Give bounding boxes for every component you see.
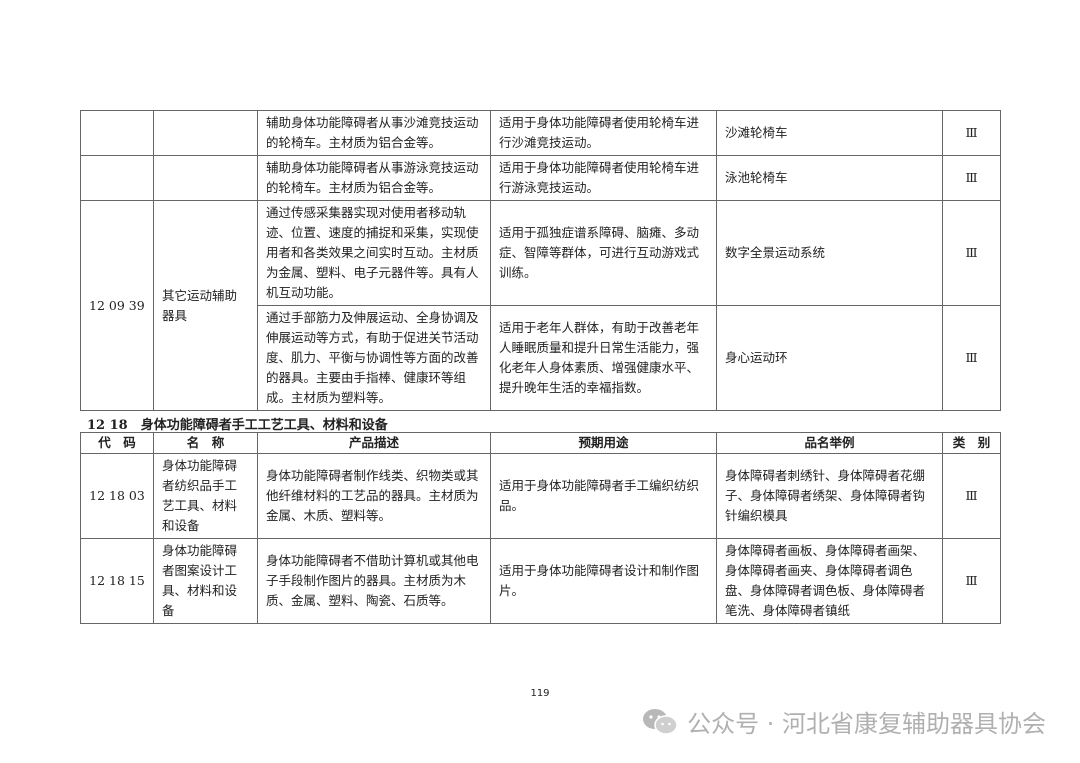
desc-cell: 通过手部筋力及伸展运动、全身协调及伸展运动等方式，有助于促进关节活动度、肌力、平… bbox=[257, 305, 491, 411]
desc-cell: 身体功能障碍者不借助计算机或其他电子手段制作图片的器具。主材质为木质、金属、塑料… bbox=[257, 538, 491, 624]
table-row: 12 18 03 身体功能障碍者纺织品手工艺工具、材料和设备 身体功能障碍者制作… bbox=[80, 453, 1001, 539]
use-cell: 适用于孤独症谱系障碍、脑瘫、多动症、智障等群体，可进行互动游戏式训练。 bbox=[490, 200, 717, 306]
header-name: 名 称 bbox=[153, 432, 258, 454]
wechat-icon bbox=[643, 708, 678, 735]
table-row: 辅助身体功能障碍者从事沙滩竞技运动的轮椅车。主材质为铝合金等。 适用于身体功能障… bbox=[80, 110, 1001, 156]
example-cell: 泳池轮椅车 bbox=[716, 155, 943, 201]
code-cell: 12 18 03 bbox=[80, 453, 154, 539]
table-row: 12 18 15 身体功能障碍者图案设计工具、材料和设备 身体功能障碍者不借助计… bbox=[80, 538, 1001, 624]
use-cell: 适用于身体功能障碍者设计和制作图片。 bbox=[490, 538, 717, 624]
table-row: 辅助身体功能障碍者从事游泳竞技运动的轮椅车。主材质为铝合金等。 适用于身体功能障… bbox=[80, 155, 1001, 201]
use-cell: 适用于身体功能障碍者手工编织纺织品。 bbox=[490, 453, 717, 539]
example-cell: 身体障碍者刺绣针、身体障碍者花绷子、身体障碍者绣架、身体障碍者钩针编织模具 bbox=[716, 453, 943, 539]
section-title: 12 18 身体功能障碍者手工工艺工具、材料和设备 bbox=[87, 418, 388, 433]
use-cell: 适用于身体功能障碍者使用轮椅车进行游泳竞技运动。 bbox=[490, 155, 717, 201]
code-cell bbox=[80, 155, 154, 201]
name-cell: 身体功能障碍者图案设计工具、材料和设备 bbox=[153, 538, 258, 624]
name-cell bbox=[153, 155, 258, 201]
example-cell: 沙滩轮椅车 bbox=[716, 110, 943, 156]
product-table-continued: 辅助身体功能障碍者从事沙滩竞技运动的轮椅车。主材质为铝合金等。 适用于身体功能障… bbox=[80, 110, 1001, 411]
category-cell: Ⅲ bbox=[942, 200, 1001, 306]
header-code: 代 码 bbox=[80, 432, 154, 454]
example-cell: 数字全景运动系统 bbox=[716, 200, 943, 306]
desc-cell: 辅助身体功能障碍者从事游泳竞技运动的轮椅车。主材质为铝合金等。 bbox=[257, 155, 491, 201]
use-cell: 适用于身体功能障碍者使用轮椅车进行沙滩竞技运动。 bbox=[490, 110, 717, 156]
name-cell: 身体功能障碍者纺织品手工艺工具、材料和设备 bbox=[153, 453, 258, 539]
name-cell: 其它运动辅助器具 bbox=[153, 200, 258, 411]
desc-cell: 通过传感采集器实现对使用者移动轨迹、位置、速度的捕捉和采集，实现使用者和各类效果… bbox=[257, 200, 491, 306]
example-cell: 身心运动环 bbox=[716, 305, 943, 411]
desc-cell: 身体功能障碍者制作线类、织物类或其他纤维材料的工艺品的器具。主材质为金属、木质、… bbox=[257, 453, 491, 539]
desc-cell: 辅助身体功能障碍者从事沙滩竞技运动的轮椅车。主材质为铝合金等。 bbox=[257, 110, 491, 156]
code-cell: 12 09 39 bbox=[80, 200, 154, 411]
name-cell bbox=[153, 110, 258, 156]
table-header-row: 代 码 名 称 产品描述 预期用途 品名举例 类 别 bbox=[80, 432, 1001, 454]
example-cell: 身体障碍者画板、身体障碍者画架、身体障碍者画夹、身体障碍者调色盘、身体障碍者调色… bbox=[716, 538, 943, 624]
table-row: 12 09 39 其它运动辅助器具 通过传感采集器实现对使用者移动轨迹、位置、速… bbox=[80, 200, 1001, 411]
category-cell: Ⅲ bbox=[942, 305, 1001, 411]
page-number: 119 bbox=[530, 688, 550, 699]
product-table: 代 码 名 称 产品描述 预期用途 品名举例 类 别 12 18 03 身体功能… bbox=[80, 432, 1001, 624]
category-cell: Ⅲ bbox=[942, 155, 1001, 201]
category-cell: Ⅲ bbox=[942, 110, 1001, 156]
category-cell: Ⅲ bbox=[942, 538, 1001, 624]
watermark-text: 公众号 · 河北省康复辅助器具协会 bbox=[687, 710, 1046, 738]
header-category: 类 别 bbox=[942, 432, 1001, 454]
code-cell: 12 18 15 bbox=[80, 538, 154, 624]
code-cell bbox=[80, 110, 154, 156]
header-example: 品名举例 bbox=[716, 432, 943, 454]
watermark: 公众号 · 河北省康复辅助器具协会 bbox=[641, 704, 1046, 739]
use-cell: 适用于老年人群体，有助于改善老年人睡眠质量和提升日常生活能力，强化老年人身体素质… bbox=[490, 305, 717, 411]
header-use: 预期用途 bbox=[490, 432, 717, 454]
header-desc: 产品描述 bbox=[257, 432, 491, 454]
category-cell: Ⅲ bbox=[942, 453, 1001, 539]
